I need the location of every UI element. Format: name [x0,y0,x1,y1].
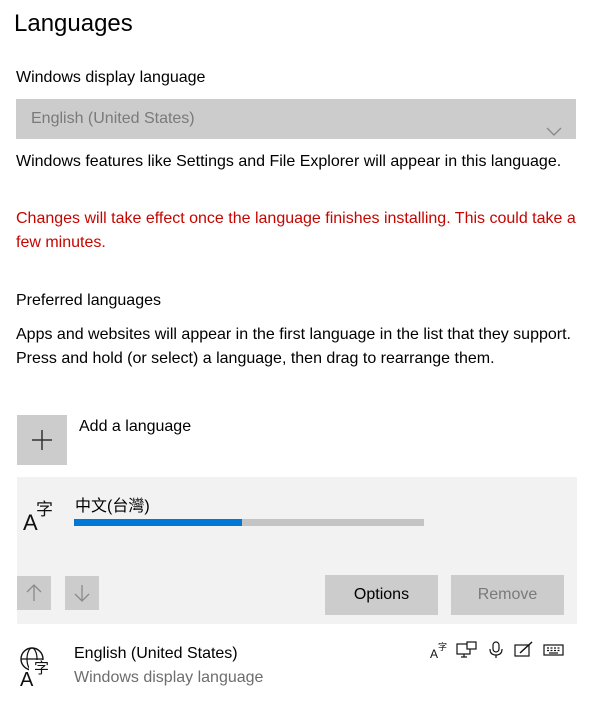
svg-text:字: 字 [36,500,53,520]
page-title: Languages [14,10,133,37]
handwriting-icon [514,641,534,659]
add-language-button[interactable] [17,415,67,465]
display-language-icon: A 字 [18,646,62,691]
arrow-up-icon [26,584,42,601]
install-progress-bar [74,519,424,526]
keyboard-icon [543,641,564,659]
remove-button[interactable]: Remove [451,575,564,615]
move-up-button[interactable] [17,576,51,610]
svg-text:字: 字 [438,641,447,653]
display-language-description: Windows features like Settings and File … [16,153,562,170]
language-pack-icon: A 字 [430,641,450,661]
arrow-down-icon [74,585,90,602]
language-name: 中文(台灣) [75,498,150,515]
language-subtitle: Windows display language [74,669,264,686]
preferred-languages-description: Apps and websites will appear in the fir… [16,326,571,367]
svg-text:A: A [430,647,438,659]
svg-text:A: A [20,669,34,688]
speech-recognition-icon [488,641,508,659]
move-down-button[interactable] [65,576,99,610]
preferred-languages-label: Preferred languages [16,292,161,309]
options-button[interactable]: Options [325,575,438,615]
display-language-label: Windows display language [16,69,206,86]
text-to-speech-icon [456,641,477,659]
plus-icon [32,430,52,450]
language-name: English (United States) [74,645,238,662]
language-glyph-icon: A 字 [22,497,58,535]
display-language-dropdown[interactable]: English (United States) [16,99,576,139]
display-language-value: English (United States) [31,110,195,127]
install-progress-fill [74,519,242,526]
svg-text:字: 字 [34,659,49,677]
chevron-down-icon [546,113,562,153]
add-language-label[interactable]: Add a language [79,418,191,436]
install-warning: Changes will take effect once the langua… [16,210,576,251]
